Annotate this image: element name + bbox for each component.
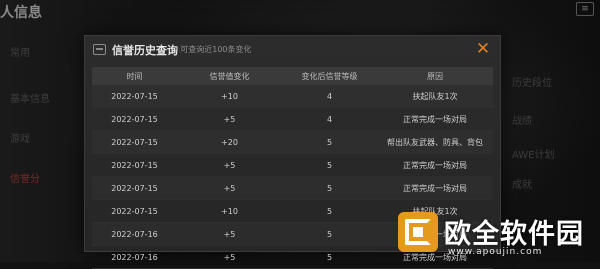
cell-time: 2022-07-16 [111, 229, 158, 239]
cell-reason: 正常完成一场对局 [403, 114, 467, 124]
cell-change: +5 [223, 160, 236, 170]
cell-time: 2022-07-15 [111, 137, 158, 147]
cell-change: +5 [223, 252, 236, 262]
column-header-time: 时间 [126, 71, 143, 81]
table-row: 2022-07-15 +5 5 正常完成一场对局 [92, 177, 493, 200]
cell-time: 2022-07-15 [111, 183, 158, 193]
ghost-right-item: AWE计划 [512, 150, 555, 161]
cell-reason: 正常完成一场对局 [403, 160, 467, 170]
cell-level: 5 [326, 137, 333, 147]
cell-level: 5 [326, 252, 333, 262]
table-row: 2022-07-15 +5 5 正常完成一场对局 [92, 154, 493, 177]
watermark-url: www.apoujin.com [448, 247, 543, 257]
ghost-right-item: 战绩 [512, 116, 532, 127]
watermark-name: 欧全软件园 [444, 219, 584, 250]
ghost-right-item: 历史段位 [512, 78, 552, 89]
table-row: 2022-07-15 +10 4 扶起队友1次 [92, 85, 493, 108]
apoujin-logo-icon [398, 212, 438, 252]
watermark: 欧全软件园 www.apoujin.com [398, 210, 598, 262]
cell-level: 5 [326, 183, 333, 193]
cell-change: +5 [223, 229, 236, 239]
cell-change: +5 [223, 114, 236, 124]
cell-reason: 帮出队友武器、防具、背包 [387, 137, 483, 147]
cell-level: 5 [326, 206, 333, 216]
close-icon[interactable]: ✕ [474, 40, 492, 58]
dialog-title: 信誉历史查询 [112, 44, 178, 57]
column-header-level: 变化后信誉等级 [301, 71, 358, 81]
ghost-right-item: 成就 [512, 180, 532, 191]
history-icon [93, 44, 106, 55]
cell-time: 2022-07-16 [111, 252, 158, 262]
cell-change: +10 [221, 91, 238, 101]
cell-level: 5 [326, 160, 333, 170]
ghost-left-item: 基本信息 [10, 94, 50, 105]
table-row: 2022-07-15 +5 4 正常完成一场对局 [92, 108, 493, 131]
cell-level: 4 [326, 114, 333, 124]
table-header: 时间 信誉值变化 变化后信誉等级 原因 [92, 67, 493, 85]
cell-time: 2022-07-15 [111, 160, 158, 170]
cell-reason: 扶起队友1次 [412, 91, 458, 101]
menu-icon[interactable]: ≡ [576, 2, 594, 16]
column-header-reason: 原因 [427, 71, 443, 81]
background-page-title: 人信息 [0, 5, 42, 21]
dialog-header: 信誉历史查询 / 可查询近100条变化 ✕ [85, 36, 500, 64]
table-row: 2022-07-15 +20 5 帮出队友武器、防具、背包 [92, 131, 493, 154]
cell-time: 2022-07-15 [111, 91, 158, 101]
cell-level: 4 [326, 91, 333, 101]
ghost-left-item: 信誉分 [10, 174, 40, 185]
cell-change: +5 [223, 183, 236, 193]
ghost-left-item: 游戏 [10, 134, 30, 145]
dialog-subtitle: / 可查询近100条变化 [175, 45, 252, 54]
cell-change: +20 [221, 137, 238, 147]
cell-time: 2022-07-15 [111, 206, 158, 216]
column-header-change: 信誉值变化 [209, 71, 250, 81]
ghost-left-item: 常用 [10, 48, 30, 59]
cell-level: 5 [326, 229, 333, 239]
cell-time: 2022-07-15 [111, 114, 158, 124]
cell-change: +10 [221, 206, 238, 216]
cell-reason: 正常完成一场对局 [403, 183, 467, 193]
